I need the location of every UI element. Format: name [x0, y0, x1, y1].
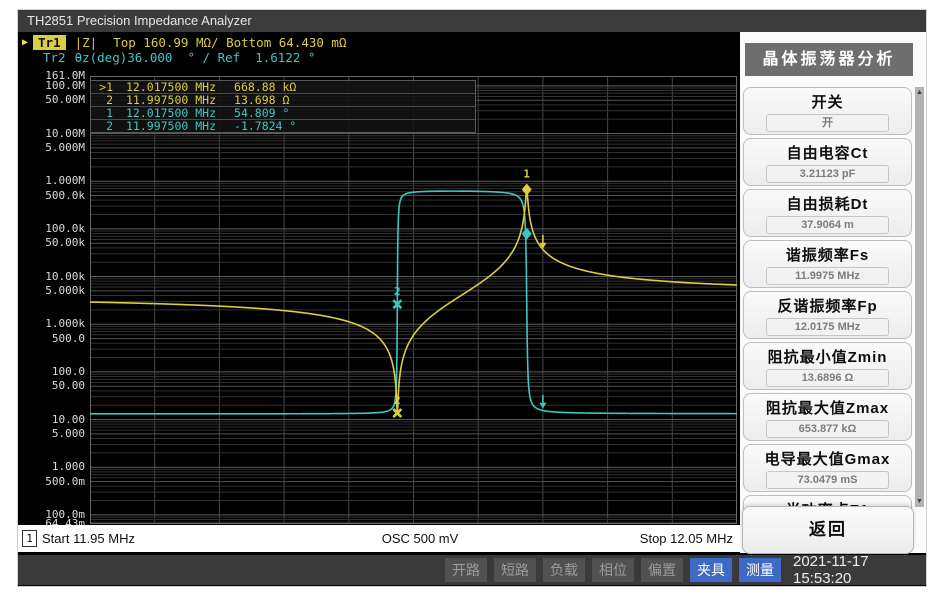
- calibration-button-group: 开路短路负载相位偏置夹具测量: [445, 558, 781, 582]
- panel-item-value: 开: [766, 114, 888, 132]
- y-axis-tick-label: 100.0M: [45, 79, 85, 92]
- marker-freq: 11.997500 MHz: [126, 120, 216, 132]
- scroll-down-icon[interactable]: ▼: [915, 498, 924, 505]
- y-axis-tick-label: 5.000: [52, 427, 85, 440]
- sweep-start-value[interactable]: Start 11.95 MHz: [42, 531, 135, 546]
- panel-item-label: 反谐振频率Fp: [744, 295, 911, 316]
- marker-label: 2: [394, 285, 401, 298]
- panel-item-value: 73.0479 mS: [766, 471, 888, 489]
- panel-item-谐振频率Fs[interactable]: 谐振频率Fs 11.9975 MHz: [743, 240, 912, 288]
- marker-diamond-tr2[interactable]: [522, 228, 532, 240]
- panel-item-label: 谐振频率Fs: [744, 244, 911, 265]
- marker-freq: 12.017500 MHz: [126, 107, 216, 119]
- panel-item-自由电容Ct[interactable]: 自由电容Ct 3.21123 pF: [743, 138, 912, 186]
- panel-item-label: 自由损耗Dt: [744, 193, 911, 214]
- bottom-button-测量[interactable]: 测量: [739, 558, 781, 582]
- panel-scrollbar[interactable]: ▲ ▼: [915, 87, 924, 507]
- bottom-button-开路[interactable]: 开路: [445, 558, 487, 582]
- marker-readout-row: 2 11.997500 MHz -1.7824 °: [91, 120, 475, 132]
- panel-item-label: 阻抗最大值Zmax: [744, 397, 911, 418]
- marker-id: 2: [91, 94, 113, 106]
- marker-val: 13.698 Ω: [234, 94, 289, 106]
- panel-item-value: 13.6896 Ω: [766, 369, 888, 387]
- channel-indicator: 1: [22, 530, 37, 547]
- panel-item-阻抗最大值Zmax[interactable]: 阻抗最大值Zmax 653.877 kΩ: [743, 393, 912, 441]
- panel-item-value: 12.0175 MHz: [766, 318, 888, 336]
- y-axis-tick-label: 5.000M: [45, 141, 85, 154]
- panel-title: 晶体振荡器分析: [745, 43, 913, 76]
- clock: 2021-11-17 15:53:20: [793, 553, 923, 586]
- y-axis-tick-label: 500.0m: [45, 474, 85, 487]
- title-bar: TH2851 Precision Impedance Analyzer: [18, 10, 926, 32]
- marker-freq: 11.997500 MHz: [126, 94, 216, 106]
- y-axis-tick-label: 500.0: [52, 331, 85, 344]
- y-axis-tick-label: 50.00: [52, 379, 85, 392]
- sweep-stop-value[interactable]: Stop 12.05 MHz: [640, 531, 733, 546]
- trace2-label[interactable]: Tr2: [43, 50, 66, 65]
- bottom-button-夹具[interactable]: 夹具: [690, 558, 732, 582]
- y-axis-tick-label: 1.000: [52, 460, 85, 473]
- marker-id: 1: [91, 107, 113, 119]
- trace1-parameter[interactable]: |Z|: [75, 35, 98, 50]
- y-axis-tick-label: 100.0m: [45, 508, 85, 521]
- y-axis-tick-label: 10.00: [52, 412, 85, 425]
- bottom-button-负载[interactable]: 负载: [543, 558, 585, 582]
- impedance-plot[interactable]: 122: [90, 76, 737, 524]
- halfpower-arrowhead-icon: [539, 403, 546, 409]
- marker-freq: 12.017500 MHz: [126, 81, 216, 93]
- bottom-button-偏置[interactable]: 偏置: [641, 558, 683, 582]
- active-trace-arrow-icon: ▶: [22, 37, 28, 48]
- y-axis-tick-labels: 161.0M100.0M50.00M10.00M5.000M1.000M500.…: [18, 10, 87, 586]
- panel-item-value: 3.21123 pF: [766, 165, 888, 183]
- panel-item-反谐振频率Fp[interactable]: 反谐振频率Fp 12.0175 MHz: [743, 291, 912, 339]
- marker-label: 1: [523, 168, 530, 181]
- sweep-info-bar: 1 Start 11.95 MHz OSC 500 mV Stop 12.05 …: [18, 525, 740, 552]
- panel-item-电导最大值Gmax[interactable]: 电导最大值Gmax 73.0479 mS: [743, 444, 912, 492]
- marker-id: >1: [91, 81, 113, 93]
- back-button[interactable]: 返回: [742, 506, 914, 554]
- marker-readout-table: >1 12.017500 MHz 668.88 kΩ 2 11.997500 MHz 13…: [90, 80, 476, 133]
- panel-item-label: 阻抗最小值Zmin: [744, 346, 911, 367]
- y-axis-tick-label: 50.00k: [45, 236, 85, 249]
- marker-val: 668.88 kΩ: [234, 81, 296, 93]
- trace2-info-line: Tr2 θz(deg)36.000 ° / Ref 1.6122 °: [43, 50, 315, 65]
- marker-label: 2: [394, 394, 401, 407]
- window-title: TH2851 Precision Impedance Analyzer: [18, 13, 252, 28]
- bottom-button-相位[interactable]: 相位: [592, 558, 634, 582]
- trace1-info-line: ▶ Tr1 |Z| Top 160.99 MΩ/ Bottom 64.430 m…: [22, 35, 346, 50]
- app-window: TH2851 Precision Impedance Analyzer ▶ Tr…: [18, 10, 926, 586]
- y-axis-tick-label: 10.00k: [45, 269, 85, 282]
- y-axis-tick-label: 100.0: [52, 365, 85, 378]
- bottom-bar: 开路短路负载相位偏置夹具测量 2021-11-17 15:53:20: [18, 555, 926, 585]
- panel-item-label: 电导最大值Gmax: [744, 448, 911, 469]
- y-axis-tick-label: 5.000k: [45, 284, 85, 297]
- panel-item-value: 37.9064 m: [766, 216, 888, 234]
- panel-item-value: 653.877 kΩ: [766, 420, 888, 438]
- panel-item-value: 11.9975 MHz: [766, 267, 888, 285]
- y-axis-tick-label: 50.00M: [45, 93, 85, 106]
- panel-item-开关[interactable]: 开关开: [743, 87, 912, 135]
- y-axis-tick-label: 1.000M: [45, 174, 85, 187]
- panel-item-自由损耗Dt[interactable]: 自由损耗Dt 37.9064 m: [743, 189, 912, 237]
- trace1-chip[interactable]: Tr1: [33, 35, 66, 50]
- panel-item-label: 自由电容Ct: [744, 142, 911, 163]
- y-axis-tick-label: 161.0M: [45, 69, 85, 82]
- y-axis-tick-label: 1.000k: [45, 317, 85, 330]
- marker-id: 2: [91, 120, 113, 132]
- panel-item-label: 开关: [744, 91, 911, 112]
- marker-val: 54.809 °: [234, 107, 289, 119]
- trace2-scale-text: θz(deg)36.000 ° / Ref 1.6122 °: [75, 50, 316, 65]
- trace1-scale-text: Top 160.99 MΩ/ Bottom 64.430 mΩ: [113, 35, 346, 50]
- side-panel: 晶体振荡器分析 开关开自由电容Ct 3.21123 pF 自由损耗Dt 37.9064…: [740, 32, 926, 553]
- panel-item-阻抗最小值Zmin[interactable]: 阻抗最小值Zmin 13.6896 Ω: [743, 342, 912, 390]
- marker-val: -1.7824 °: [234, 120, 296, 132]
- osc-level-value[interactable]: OSC 500 mV: [382, 531, 459, 546]
- panel-item-list: 开关开自由电容Ct 3.21123 pF 自由损耗Dt 37.9064 m 谐振频率Fs…: [743, 87, 912, 545]
- y-axis-tick-label: 500.0k: [45, 188, 85, 201]
- y-axis-tick-label: 100.0k: [45, 222, 85, 235]
- bottom-button-短路[interactable]: 短路: [494, 558, 536, 582]
- y-axis-tick-label: 10.00M: [45, 126, 85, 139]
- scroll-up-icon[interactable]: ▲: [915, 89, 924, 96]
